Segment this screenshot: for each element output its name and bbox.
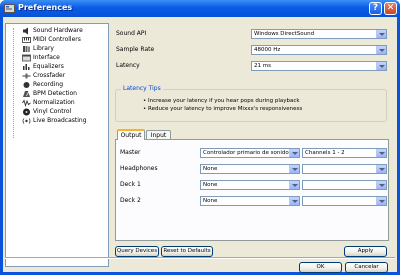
speaker-icon [23, 27, 28, 35]
tab-output[interactable]: Output [117, 129, 145, 140]
sidebar-item-label: Equalizers [33, 63, 64, 70]
help-button[interactable]: ? [369, 2, 382, 15]
keyboard-icon [22, 37, 31, 43]
headphones-device-dropdown[interactable]: None [200, 164, 300, 174]
latency-tip-increase: • Increase your latency if you hear pops… [143, 98, 300, 104]
sound-api-value: Windows DirectSound [254, 31, 315, 37]
sample-rate-dropdown[interactable]: 48000 Hz [251, 45, 387, 55]
sidebar-item-recording[interactable]: Recording [6, 81, 108, 89]
latency-tips-title: Latency Tips [121, 85, 163, 93]
master-device-value: Controlador primario de sonido [203, 150, 289, 156]
chevron-down-icon[interactable] [376, 197, 386, 205]
close-button[interactable]: ✕ [384, 2, 397, 15]
bpm-icon [23, 91, 30, 97]
output-row-deck1-label: Deck 1 [120, 181, 141, 188]
vinyl-icon [23, 108, 30, 116]
sound-api-dropdown[interactable]: Windows DirectSound [251, 29, 387, 39]
latency-dropdown[interactable]: 21 ms [251, 61, 387, 71]
sidebar-item-label: Interface [33, 54, 60, 61]
sidebar-item-normalization[interactable]: Normalization [6, 99, 108, 107]
headphones-channels-dropdown[interactable] [302, 164, 387, 174]
chevron-down-icon[interactable] [376, 165, 386, 173]
sample-rate-label: Sample Rate [116, 46, 155, 53]
sidebar-item-library[interactable]: Library [6, 45, 108, 53]
sidebar-item-vinyl-control[interactable]: Vinyl Control [6, 108, 108, 116]
latency-tip-reduce: • Reduce your latency to improve Mixxx's… [143, 106, 303, 112]
dialog-client-area: Sound Hardware MIDI Controllers Library … [3, 17, 397, 273]
latency-label: Latency [116, 62, 140, 69]
sidebar-item-label: Vinyl Control [33, 108, 72, 115]
output-row-deck2-label: Deck 2 [120, 197, 141, 204]
reset-to-defaults-button[interactable]: Reset to Defaults [161, 246, 213, 257]
recording-icon [23, 82, 30, 88]
sidebar-item-live-broadcasting[interactable]: Live Broadcasting [6, 117, 108, 125]
sidebar-item-sound-hardware[interactable]: Sound Hardware [6, 27, 108, 35]
apply-button[interactable]: Apply [344, 246, 387, 257]
deck1-channels-dropdown[interactable] [302, 180, 387, 190]
crossfader-icon [22, 73, 31, 79]
equalizer-icon [23, 64, 30, 70]
broadcast-icon [22, 118, 31, 124]
preferences-app-icon [4, 4, 15, 13]
sound-api-label: Sound API [116, 30, 147, 37]
output-row-master-label: Master [120, 149, 141, 156]
sidebar-item-label: MIDI Controllers [33, 36, 81, 43]
sidebar-item-bpm-detection[interactable]: BPM Detection [6, 90, 108, 98]
latency-value: 21 ms [254, 63, 271, 69]
sidebar-item-midi-controllers[interactable]: MIDI Controllers [6, 36, 108, 44]
title-bar[interactable]: Preferences ? ✕ [0, 0, 400, 17]
sidebar-item-label: Library [33, 45, 54, 52]
sidebar-item-label: Crossfader [33, 72, 66, 79]
master-device-dropdown[interactable]: Controlador primario de sonido [200, 148, 300, 158]
footer-divider [5, 257, 395, 259]
chevron-down-icon[interactable] [289, 181, 299, 189]
sidebar-item-interface[interactable]: Interface [6, 54, 108, 62]
ok-button[interactable]: OK [299, 262, 342, 273]
query-devices-button[interactable]: Query Devices [115, 246, 159, 257]
sidebar-item-crossfader[interactable]: Crossfader [6, 72, 108, 80]
library-icon [23, 46, 30, 52]
master-channels-value: Channels 1 - 2 [305, 150, 345, 156]
sidebar-item-label: Recording [33, 81, 64, 88]
chevron-down-icon[interactable] [376, 46, 386, 54]
normalization-icon [22, 99, 31, 107]
chevron-down-icon[interactable] [376, 149, 386, 157]
close-icon: ✕ [386, 3, 395, 13]
preferences-window: Preferences ? ✕ Sound Hardware MIDI Cont… [0, 0, 400, 275]
deck2-device-dropdown[interactable]: None [200, 196, 300, 206]
deck2-device-value: None [203, 198, 218, 204]
chevron-down-icon[interactable] [289, 197, 299, 205]
chevron-down-icon[interactable] [376, 30, 386, 38]
headphones-device-value: None [203, 166, 218, 172]
sidebar-item-label: Sound Hardware [33, 27, 83, 34]
cancel-button[interactable]: Cancelar [345, 262, 388, 273]
chevron-down-icon[interactable] [376, 62, 386, 70]
interface-icon [22, 54, 31, 62]
preferences-sidebar[interactable]: Sound Hardware MIDI Controllers Library … [5, 23, 109, 267]
deck2-channels-dropdown[interactable] [302, 196, 387, 206]
chevron-down-icon[interactable] [376, 181, 386, 189]
sidebar-item-label: BPM Detection [33, 90, 77, 97]
master-channels-dropdown[interactable]: Channels 1 - 2 [302, 148, 387, 158]
chevron-down-icon[interactable] [289, 165, 299, 173]
deck1-device-dropdown[interactable]: None [200, 180, 300, 190]
output-row-headphones-label: Headphones [120, 165, 158, 172]
deck1-device-value: None [203, 182, 218, 188]
sidebar-item-equalizers[interactable]: Equalizers [6, 63, 108, 71]
sidebar-item-label: Normalization [33, 99, 75, 106]
chevron-down-icon[interactable] [289, 149, 299, 157]
sample-rate-value: 48000 Hz [254, 47, 281, 53]
window-title: Preferences [18, 3, 73, 12]
sidebar-item-label: Live Broadcasting [33, 117, 87, 124]
help-icon: ? [372, 3, 379, 13]
